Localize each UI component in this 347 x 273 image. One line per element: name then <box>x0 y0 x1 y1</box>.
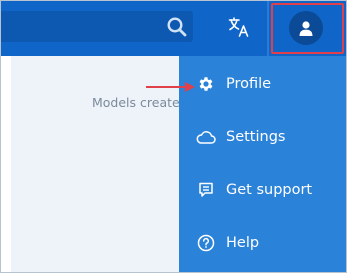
search-icon[interactable] <box>166 16 188 38</box>
cloud-icon <box>196 127 216 147</box>
search-input[interactable] <box>1 11 193 42</box>
account-dropdown-menu: Profile Settings Get support Help <box>179 56 346 272</box>
gear-icon <box>196 74 216 94</box>
models-created-text: Models create <box>92 95 180 110</box>
help-circle-icon <box>196 233 216 253</box>
menu-item-profile[interactable]: Profile <box>179 64 346 104</box>
menu-item-help[interactable]: Help <box>179 223 346 263</box>
translate-button[interactable] <box>214 1 264 56</box>
menu-item-label: Help <box>226 235 260 251</box>
menu-item-label: Profile <box>226 76 272 92</box>
left-panel <box>1 56 11 272</box>
menu-item-label: Get support <box>226 182 313 198</box>
chat-icon <box>196 180 216 200</box>
arrow-icon <box>145 78 197 92</box>
menu-item-settings[interactable]: Settings <box>179 117 346 157</box>
highlight-box <box>271 3 344 54</box>
menu-item-get-support[interactable]: Get support <box>179 170 346 210</box>
translate-icon <box>228 16 250 41</box>
app-window: Models create Profile Settings Get suppo… <box>0 0 347 273</box>
menu-item-label: Settings <box>226 129 286 145</box>
